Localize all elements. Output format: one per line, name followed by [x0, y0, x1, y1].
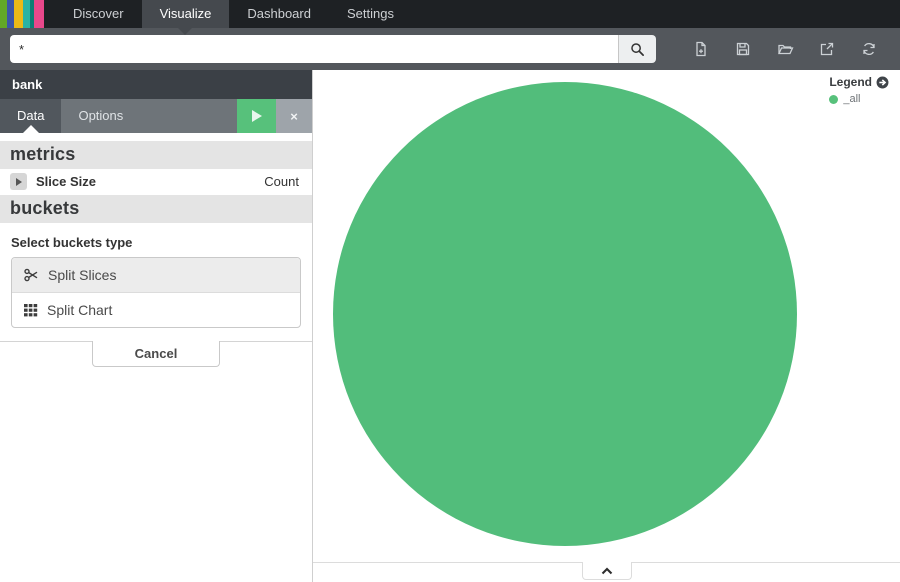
legend-color-dot [829, 95, 838, 104]
scissors-icon [24, 268, 39, 282]
legend-item-all[interactable]: _all [829, 93, 889, 105]
spy-panel-toggle[interactable] [582, 562, 632, 580]
tabs-spacer [140, 99, 237, 133]
bucket-option-label: Split Chart [47, 302, 112, 318]
legend-item-label: _all [843, 93, 860, 105]
query-bar [0, 28, 900, 70]
tab-data[interactable]: Data [0, 99, 61, 133]
bucket-type-list: Split Slices Split Chart [11, 257, 301, 328]
buckets-heading: buckets [0, 195, 312, 223]
logo-stripe [14, 0, 23, 28]
query-input-group [10, 35, 656, 63]
open-folder-icon [777, 41, 794, 57]
visualize-toolbar [680, 41, 890, 57]
bucket-option-split-chart[interactable]: Split Chart [12, 293, 300, 327]
query-input[interactable] [10, 35, 618, 63]
legend-header: Legend [829, 75, 889, 89]
nav-tabs: Discover Visualize Dashboard Settings [55, 0, 412, 28]
magnifier-icon [630, 42, 645, 57]
refresh-button[interactable] [861, 41, 877, 57]
save-visualization-button[interactable] [735, 41, 751, 57]
data-panel: metrics Slice Size Count buckets Select … [0, 133, 312, 367]
select-buckets-type-label: Select buckets type [11, 235, 301, 250]
share-icon [819, 41, 835, 57]
logo-stripe [23, 0, 30, 28]
apply-changes-button[interactable] [237, 99, 276, 133]
cancel-area: Cancel [0, 341, 312, 367]
caret-right-icon [16, 178, 22, 186]
metrics-heading: metrics [0, 141, 312, 169]
expand-metric-button[interactable] [10, 173, 27, 190]
nav-tab-discover[interactable]: Discover [55, 0, 142, 28]
metric-label: Slice Size [36, 174, 264, 189]
metric-row-slice-size[interactable]: Slice Size Count [0, 169, 312, 195]
refresh-icon [861, 41, 877, 57]
logo-stripe [34, 0, 44, 28]
logo-stripe [7, 0, 14, 28]
cancel-button[interactable]: Cancel [92, 341, 221, 367]
nav-tab-settings[interactable]: Settings [329, 0, 412, 28]
nav-tab-visualize[interactable]: Visualize [142, 0, 230, 28]
search-button[interactable] [618, 35, 656, 63]
tab-options[interactable]: Options [61, 99, 140, 133]
sidebar-tabs: Data Options × [0, 99, 312, 133]
grid-icon [24, 304, 38, 317]
load-visualization-button[interactable] [777, 41, 793, 57]
logo-stripe [0, 0, 7, 28]
kibana-logo[interactable] [0, 0, 44, 28]
bucket-option-label: Split Slices [48, 267, 116, 283]
nav-tab-dashboard[interactable]: Dashboard [229, 0, 329, 28]
chevron-up-icon [601, 567, 613, 575]
visualization-canvas: Legend _all [313, 70, 900, 582]
top-navbar: Discover Visualize Dashboard Settings [0, 0, 900, 28]
save-icon [735, 41, 751, 57]
legend: Legend _all [829, 75, 889, 105]
share-visualization-button[interactable] [819, 41, 835, 57]
bucket-type-form: Select buckets type Split Slices Split C… [0, 223, 312, 328]
legend-title: Legend [829, 75, 872, 89]
main-area: bank Data Options × metrics Slice Size C… [0, 70, 900, 582]
play-icon [252, 110, 262, 122]
pie-slice-all[interactable] [333, 82, 797, 546]
bucket-option-split-slices[interactable]: Split Slices [12, 258, 300, 293]
new-visualization-button[interactable] [693, 41, 709, 57]
metric-aggregation-value: Count [264, 174, 302, 189]
legend-toggle-button[interactable] [876, 76, 889, 89]
discard-changes-button[interactable]: × [276, 99, 312, 133]
visualization-editor-sidebar: bank Data Options × metrics Slice Size C… [0, 70, 313, 582]
index-pattern-title: bank [0, 70, 312, 99]
new-document-icon [693, 41, 709, 57]
